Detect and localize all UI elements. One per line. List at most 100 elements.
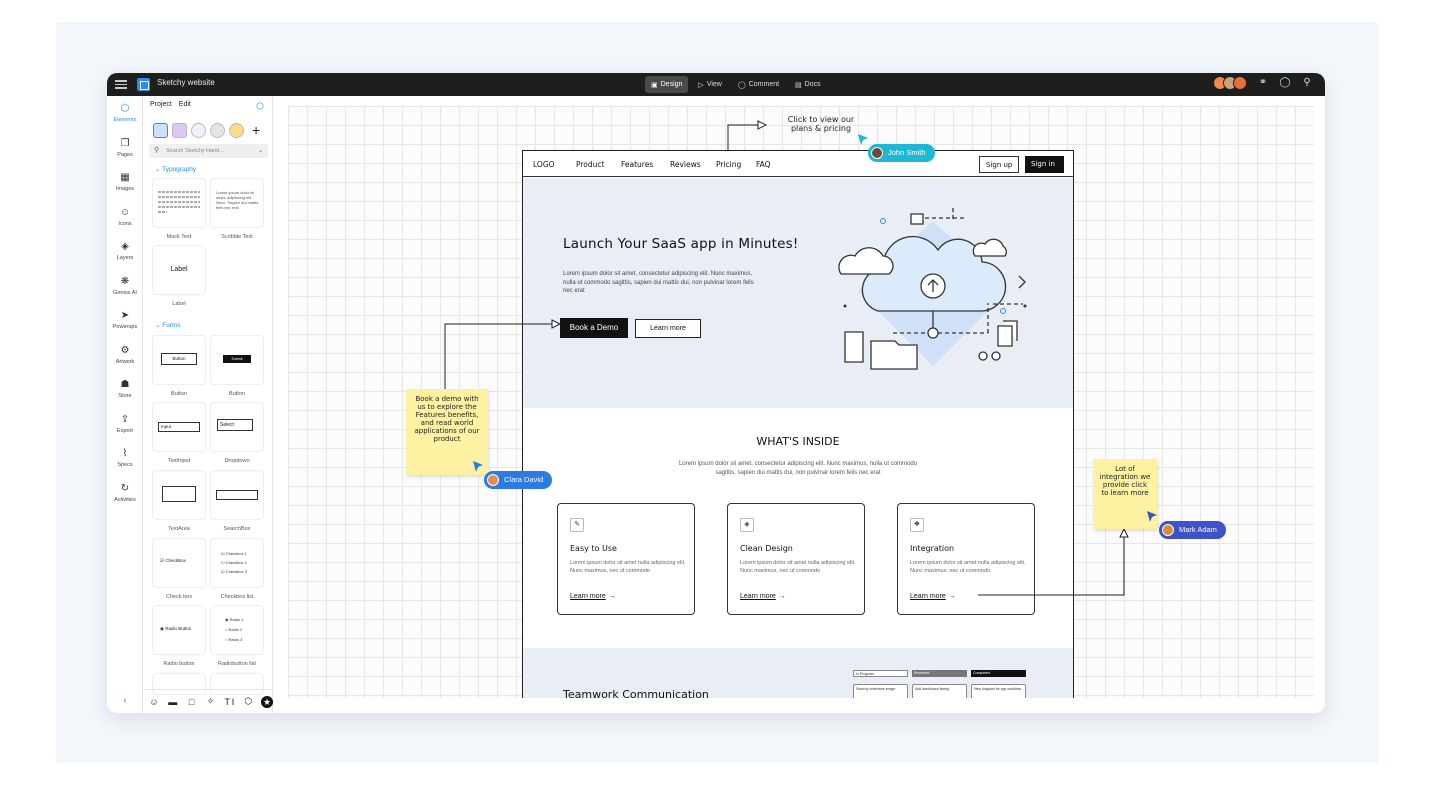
tile-scribble-text[interactable]: Lorem ipsum dolor sit amet, adipiscing e…: [211, 179, 263, 227]
library-icon[interactable]: [191, 123, 206, 138]
tile-radio-list[interactable]: ◉ Radio 1 ○ Radio 2 ○ Radio 3: [211, 606, 263, 654]
list-item: ☑ Checkbox 3: [221, 569, 247, 574]
tile-mock-text[interactable]: [153, 179, 205, 227]
emoji-icon[interactable]: ☺: [148, 697, 160, 707]
section-typography[interactable]: ⌄ Typography: [155, 165, 196, 173]
rail-item-specs[interactable]: ⌇ Specs: [107, 448, 143, 468]
rail-item-artwork[interactable]: ⚙ Artwork: [107, 345, 143, 365]
collaborator-avatars[interactable]: [1213, 76, 1247, 90]
tab-comment[interactable]: ◯ Comment: [732, 76, 785, 93]
rail-item-pages[interactable]: ❐ Pages: [107, 138, 143, 158]
textarea-preview: [162, 486, 196, 502]
rocket-icon: ➤: [120, 310, 130, 321]
tile-checkbox[interactable]: ☑ CheckBox: [153, 539, 205, 587]
pricing-callout[interactable]: Click to view our plans & pricing: [776, 115, 866, 133]
tab-design[interactable]: ▣ Design: [645, 76, 689, 93]
menu-icon[interactable]: [115, 78, 127, 90]
tile-label: Radiobutton list: [218, 661, 256, 667]
rail-item-powerups[interactable]: ➤ Powerups: [107, 310, 143, 330]
tile-radio[interactable]: ◉ Radio Button: [153, 606, 205, 654]
scribble-preview: Lorem ipsum dolor sit amet, adipiscing e…: [216, 190, 259, 210]
library-icon[interactable]: [153, 123, 168, 138]
rectangle-tool-icon[interactable]: □: [186, 697, 198, 707]
list-item: ☑ Checkbox 1: [221, 551, 247, 556]
chevron-down-icon[interactable]: ⌄: [258, 147, 263, 154]
tab-edit[interactable]: Edit: [179, 101, 191, 108]
rail-item-store[interactable]: ☗ Store: [107, 379, 143, 399]
tile-label: Dropdown: [224, 458, 250, 464]
tab-docs[interactable]: ▤ Docs: [789, 76, 827, 93]
app-window: Sketchy website ▣ Design ▷ View ◯ Comment ▤…: [107, 73, 1325, 713]
headset-icon[interactable]: ⚭: [1257, 77, 1269, 89]
play-icon: ▷: [698, 81, 704, 89]
section-forms[interactable]: ⌄ Forms: [155, 321, 181, 329]
collapse-panel-icon[interactable]: ‹: [107, 689, 143, 713]
zoom-icon[interactable]: ⚲: [1301, 77, 1313, 89]
library-icon[interactable]: [210, 123, 225, 138]
tile-textinput[interactable]: Input: [153, 403, 205, 451]
chat-icon[interactable]: ◯: [1279, 77, 1291, 89]
library-icon[interactable]: [172, 123, 187, 138]
pages-icon: ❐: [120, 138, 130, 149]
checkbox-icon: ☑: [160, 558, 165, 563]
tile-label: Mock Text: [166, 234, 192, 240]
app-logo-icon: [137, 78, 150, 91]
tile-dropdown[interactable]: Select: [211, 403, 263, 451]
tab-view[interactable]: ▷ View: [692, 76, 727, 93]
tile-checkbox-list[interactable]: ☑ Checkbox 1 ☐ Checkbox 2 ☑ Checkbox 3: [211, 539, 263, 587]
avatar: [1233, 76, 1247, 90]
rail-item-icons[interactable]: ☺ Icons: [107, 207, 143, 227]
tile-label: SearchBox: [223, 526, 251, 532]
design-canvas[interactable]: LOGO Product Features Reviews Pricing FA…: [288, 106, 1314, 698]
avatar: [871, 147, 883, 159]
cursor-icon: [858, 134, 868, 145]
cursor-icon: [473, 461, 483, 472]
tab-project[interactable]: Project: [150, 101, 172, 108]
mode-tabs: ▣ Design ▷ View ◯ Comment ▤ Docs: [645, 76, 827, 93]
component-tool-icon[interactable]: ⬡: [242, 696, 254, 707]
search-input[interactable]: ⚲ Search Sketchy Hand... ⌄: [149, 144, 268, 158]
rail-item-layers[interactable]: ◈ Layers: [107, 241, 143, 261]
rail-item-elements[interactable]: ⬡ Elements: [107, 103, 143, 123]
radio-icon: ◉: [160, 626, 164, 631]
pen-tool-icon[interactable]: ✧: [205, 696, 217, 707]
comment-icon: ◯: [737, 81, 746, 89]
ai-icon: ❋: [120, 276, 130, 287]
rail-item-activities[interactable]: ↻ Activities: [107, 483, 143, 503]
library-cube-icon[interactable]: ⬡: [256, 101, 264, 112]
export-icon: ⇪: [120, 414, 130, 425]
tile-button[interactable]: Button: [153, 336, 205, 384]
tile-label: Scribble Text: [221, 234, 253, 240]
tile-label: TextInput: [167, 458, 191, 464]
tile-label: Button: [229, 391, 245, 397]
line-tool-icon[interactable]: ▬: [167, 697, 179, 707]
library-icon[interactable]: [229, 123, 244, 138]
searchbox-preview: [216, 490, 258, 500]
document-title[interactable]: Sketchy website: [157, 78, 215, 87]
list-item: ○ Radio 2: [225, 627, 243, 632]
elements-panel: Project Edit ⬡ + ⚲ Search Sketchy Hand..…: [143, 96, 273, 713]
add-library-icon[interactable]: +: [252, 123, 260, 138]
rail-item-genius-ai[interactable]: ❋ Genius AI: [107, 276, 143, 296]
store-icon: ☗: [120, 379, 130, 390]
search-icon: ⚲: [154, 147, 160, 154]
ai-tool-icon[interactable]: ★: [261, 695, 274, 708]
list-item: ☐ Checkbox 2: [221, 560, 247, 565]
cube-icon: ⬡: [120, 103, 130, 114]
list-item: ◉ Radio 1: [225, 617, 244, 622]
tile-textarea[interactable]: [153, 471, 205, 519]
bottom-toolbar: ☺ ▬ □ ✧ T I ⬡ ★: [143, 689, 274, 713]
user-tag-mark: Mark Adam: [1159, 521, 1226, 539]
layers-icon: ◈: [121, 241, 129, 252]
user-tag-john: John Smith: [868, 144, 935, 162]
tile-searchbox[interactable]: [211, 471, 263, 519]
tile-label: TextArea: [168, 526, 190, 532]
tile-button-filled[interactable]: Submit: [211, 336, 263, 384]
mock-text-preview: [158, 191, 200, 213]
tile-label: Label: [172, 301, 186, 307]
text-tool-icon[interactable]: T I: [223, 697, 235, 707]
tile-label-element[interactable]: Label: [153, 246, 205, 294]
rail-item-images[interactable]: ▦ Images: [107, 172, 143, 192]
rail-item-export[interactable]: ⇪ Export: [107, 414, 143, 434]
image-icon: ▦: [120, 172, 130, 183]
